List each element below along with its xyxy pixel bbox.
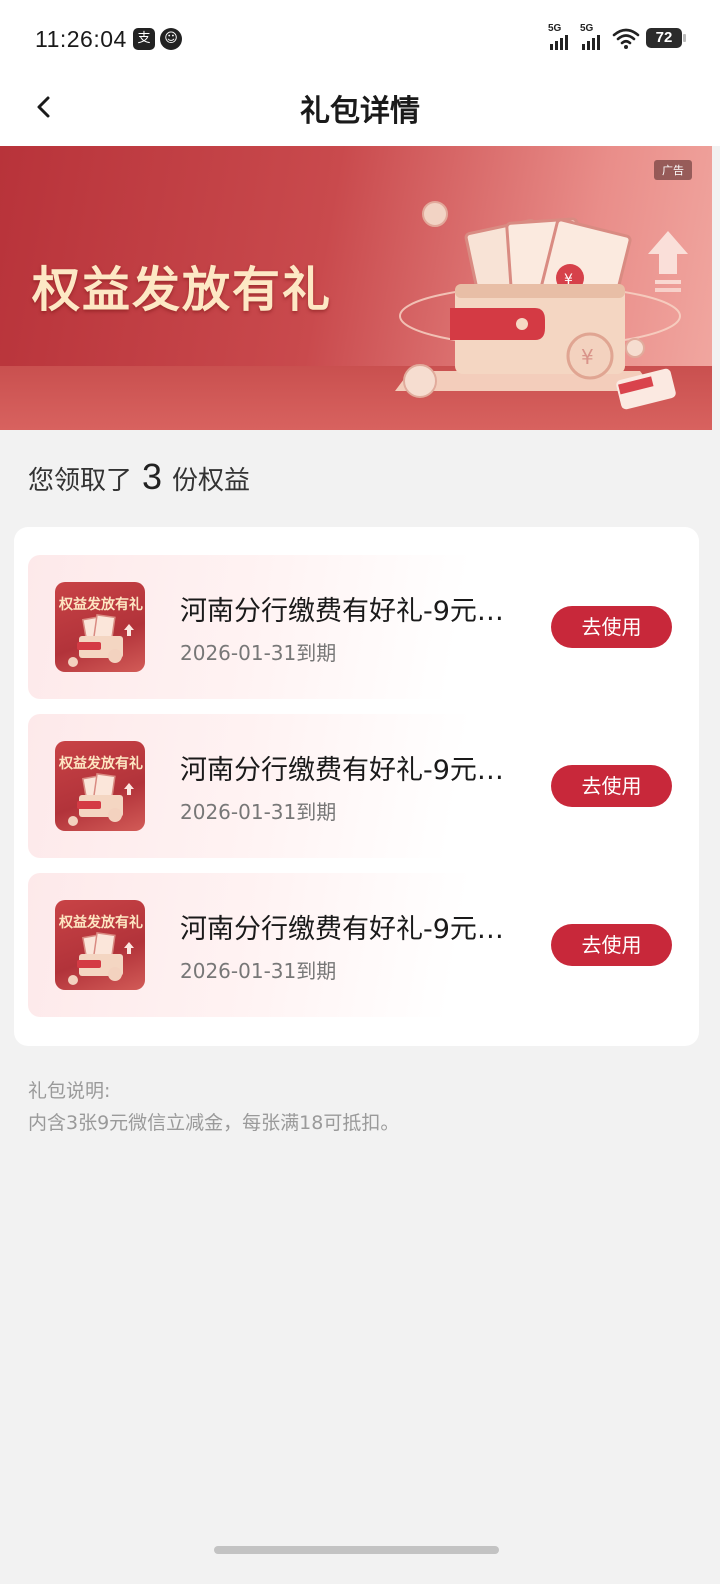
wifi-icon <box>612 28 640 49</box>
wallet-illustration: ¥ ¥ <box>395 201 688 410</box>
signal-icon: 5G <box>580 23 606 50</box>
benefit-thumbnail: 权益发放有礼 <box>55 741 145 831</box>
benefit-title: 河南分行缴费有好礼-9元微信立减金 <box>180 596 510 627</box>
promo-banner[interactable]: 权益发放有礼 广告 ¥ ¥ <box>0 146 712 430</box>
benefit-item[interactable]: 权益发放有礼 河南分行缴费有好礼-9元微信立减金 2026-01-31到期 去使… <box>28 555 686 699</box>
use-button[interactable]: 去使用 <box>551 765 672 807</box>
ad-badge: 广告 <box>654 160 692 180</box>
status-indicators: 5G 5G 72 <box>548 23 686 52</box>
network-type-label: 5G <box>580 23 594 34</box>
benefit-item[interactable]: 权益发放有礼 河南分行缴费有好礼-9元微信立减金 2026-01-31到期 去使… <box>28 714 686 858</box>
benefit-item[interactable]: 权益发放有礼 河南分行缴费有好礼-9元微信立减金 2026-01-31到期 去使… <box>28 873 686 1017</box>
summary-prefix: 您领取了 <box>28 466 133 496</box>
description-text: 内含3张9元微信立减金，每张满18可抵扣。 <box>28 1112 400 1134</box>
wallet-icon <box>68 614 134 667</box>
wallet-icon <box>68 932 134 985</box>
benefit-expiry: 2026-01-31到期 <box>180 641 337 665</box>
home-indicator[interactable] <box>214 1546 499 1554</box>
benefit-count: 3 <box>142 456 163 497</box>
page-header: 礼包详情 <box>0 72 720 146</box>
status-bar: 11:26:04 支 ☺ 5G 5G 72 <box>0 0 720 72</box>
alipay-notification-icon: 支 <box>133 28 155 50</box>
benefit-list: 权益发放有礼 河南分行缴费有好礼-9元微信立减金 2026-01-31到期 去使… <box>14 527 699 1046</box>
app-notification-icon: ☺ <box>160 28 182 50</box>
description-label: 礼包说明: <box>28 1080 111 1102</box>
benefit-count-summary: 您领取了 3 份权益 <box>28 456 250 498</box>
benefit-title: 河南分行缴费有好礼-9元微信立减金 <box>180 755 510 786</box>
benefit-expiry: 2026-01-31到期 <box>180 800 337 824</box>
use-button[interactable]: 去使用 <box>551 924 672 966</box>
summary-suffix: 份权益 <box>172 466 251 496</box>
svg-text:¥: ¥ <box>581 345 594 369</box>
benefit-expiry: 2026-01-31到期 <box>180 959 337 983</box>
status-time: 11:26:04 <box>35 26 127 52</box>
benefit-title: 河南分行缴费有好礼-9元微信立减金 <box>180 914 510 945</box>
use-button[interactable]: 去使用 <box>551 606 672 648</box>
gift-description: 礼包说明: 内含3张9元微信立减金，每张满18可抵扣。 <box>28 1075 399 1139</box>
battery-icon: 72 <box>646 28 686 48</box>
benefit-thumbnail: 权益发放有礼 <box>55 582 145 672</box>
wallet-icon <box>68 773 134 826</box>
signal-icon: 5G <box>548 23 574 50</box>
network-type-label: 5G <box>548 23 562 34</box>
page-title: 礼包详情 <box>300 94 420 129</box>
benefit-thumbnail: 权益发放有礼 <box>55 900 145 990</box>
banner-headline: 权益发放有礼 <box>32 262 333 318</box>
